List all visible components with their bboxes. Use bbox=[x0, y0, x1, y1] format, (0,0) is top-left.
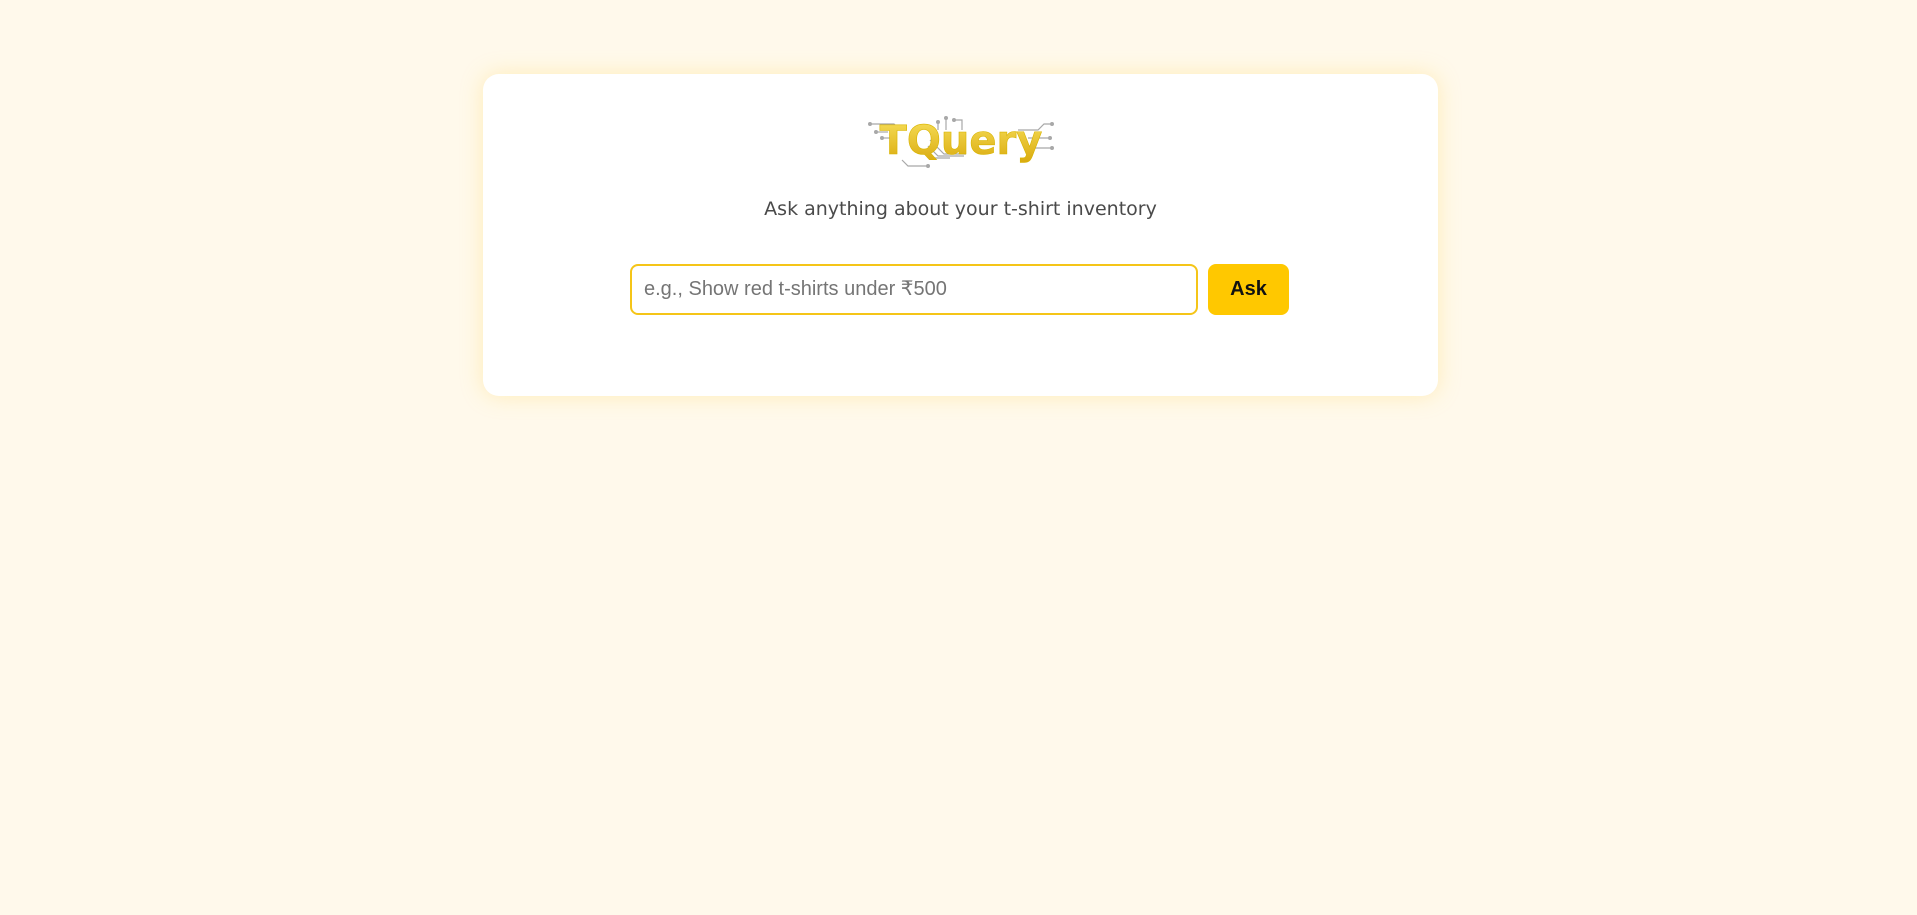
tquery-logo-icon: TQuery bbox=[867, 116, 1054, 168]
logo: TQuery bbox=[483, 116, 1438, 170]
logo-text: TQuery bbox=[879, 118, 1042, 164]
subtitle: Ask anything about your t-shirt inventor… bbox=[764, 198, 1157, 220]
search-input[interactable] bbox=[630, 264, 1198, 315]
query-card: TQuery Ask anything about your t-shirt i… bbox=[483, 74, 1438, 396]
page: TQuery Ask anything about your t-shirt i… bbox=[0, 0, 1917, 915]
ask-button[interactable]: Ask bbox=[1208, 264, 1289, 315]
search-row: Ask bbox=[630, 264, 1289, 315]
